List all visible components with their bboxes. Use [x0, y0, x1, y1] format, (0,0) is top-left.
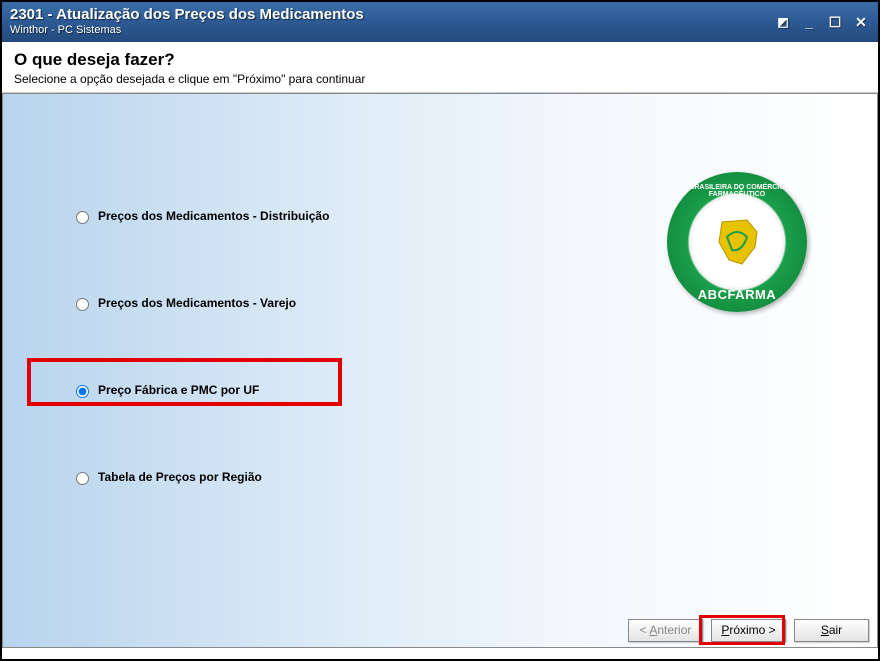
window-expand-icon[interactable]: ◩ [774, 15, 792, 29]
title-bar-text: 2301 - Atualização dos Preços dos Medica… [10, 6, 774, 37]
window-controls: ◩ _ ☐ ✕ [774, 14, 870, 31]
abcfarma-logo: BRASILEIRA DO COMÉRCIO FARMACÊUTICO ABCF… [667, 172, 807, 312]
radio-input[interactable] [76, 211, 89, 224]
radio-label: Preços dos Medicamentos - Varejo [98, 296, 296, 310]
radio-option-tabela-regiao[interactable]: Tabela de Preços por Região [63, 465, 337, 489]
logo-inner [692, 197, 782, 287]
window-subtitle: Winthor - PC Sistemas [10, 24, 774, 37]
radio-label: Preço Fábrica e PMC por UF [98, 383, 259, 397]
previous-button: < Anterior [628, 619, 703, 642]
radio-option-preco-fabrica-pmc-uf[interactable]: Preço Fábrica e PMC por UF [63, 378, 337, 402]
exit-button[interactable]: Sair [794, 619, 869, 642]
radio-label: Tabela de Preços por Região [98, 470, 262, 484]
radio-option-distribuicao[interactable]: Preços dos Medicamentos - Distribuição [63, 204, 337, 228]
options-group: Preços dos Medicamentos - Distribuição P… [63, 204, 337, 489]
logo-top-text: BRASILEIRA DO COMÉRCIO FARMACÊUTICO [677, 184, 797, 198]
radio-input[interactable] [76, 472, 89, 485]
header-area: O que deseja fazer? Selecione a opção de… [2, 42, 878, 93]
close-icon[interactable]: ✕ [852, 14, 870, 31]
content-area: Preços dos Medicamentos - Distribuição P… [2, 93, 878, 648]
brazil-map-icon [707, 212, 767, 272]
page-title: O que deseja fazer? [14, 50, 866, 70]
radio-label: Preços dos Medicamentos - Distribuição [98, 209, 329, 223]
window-title: 2301 - Atualização dos Preços dos Medica… [10, 6, 774, 24]
title-bar: 2301 - Atualização dos Preços dos Medica… [2, 2, 878, 42]
footer-bar: < Anterior Próximo > Sair [7, 615, 873, 645]
radio-input[interactable] [76, 385, 89, 398]
next-button[interactable]: Próximo > [711, 619, 786, 642]
logo-bottom-text: ABCFARMA [698, 287, 776, 302]
radio-input[interactable] [76, 298, 89, 311]
radio-option-varejo[interactable]: Preços dos Medicamentos - Varejo [63, 291, 337, 315]
minimize-icon[interactable]: _ [800, 14, 818, 30]
page-instruction: Selecione a opção desejada e clique em "… [14, 72, 866, 86]
maximize-icon[interactable]: ☐ [826, 14, 844, 31]
